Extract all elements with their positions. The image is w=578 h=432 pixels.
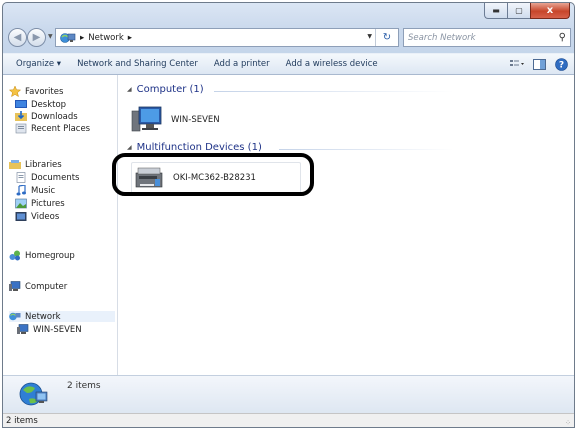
group-divider xyxy=(214,91,454,92)
nav-pictures-label: Pictures xyxy=(31,198,65,209)
nav-desktop-label: Desktop xyxy=(31,99,67,110)
nav-recent-places-label: Recent Places xyxy=(31,123,91,134)
maximize-button[interactable]: ▢ xyxy=(507,3,530,19)
nav-desktop[interactable]: Desktop xyxy=(15,99,66,110)
content-area: Favorites Desktop Downloads Recent Place… xyxy=(3,75,574,375)
status-bar: 2 items ⁘ xyxy=(3,413,574,427)
nav-documents-label: Documents xyxy=(31,172,80,183)
file-list-pane: ◢ Computer (1) WIN-SEVEN ◢ Multifunction… xyxy=(119,75,574,375)
nav-documents[interactable]: Documents xyxy=(15,172,79,183)
breadcrumb-separator-end[interactable]: ▸ xyxy=(128,33,132,43)
search-placeholder: Search Network xyxy=(408,32,476,43)
nav-music-label: Music xyxy=(31,185,56,196)
back-button[interactable]: ◀ xyxy=(8,28,27,47)
nav-homegroup-label: Homegroup xyxy=(25,250,75,261)
group-header-multifunction[interactable]: ◢ Multifunction Devices (1) xyxy=(127,142,262,153)
details-item-count: 2 items xyxy=(67,381,101,391)
network-nav-icon xyxy=(9,311,21,322)
details-pane: 2 items xyxy=(3,375,574,413)
forward-button[interactable]: ▶ xyxy=(27,28,46,47)
add-printer-button[interactable]: Add a printer xyxy=(206,59,278,69)
group-divider xyxy=(279,149,454,150)
change-view-icon[interactable] xyxy=(510,57,524,71)
nav-recent-places[interactable]: Recent Places xyxy=(15,123,90,134)
back-arrow-icon: ◀ xyxy=(13,32,22,43)
address-row: ◀ ▶ ▼ ▸ Network ▸ ▼ ↻ Search Network ⚲ xyxy=(3,25,574,51)
device-oki-printer[interactable]: OKI-MC362-B28231 xyxy=(135,165,256,191)
nav-homegroup[interactable]: Homegroup xyxy=(9,250,75,261)
nav-favorites-label: Favorites xyxy=(25,86,64,97)
nav-favorites[interactable]: Favorites xyxy=(8,85,64,98)
nav-downloads[interactable]: Downloads xyxy=(15,111,78,122)
pictures-icon xyxy=(15,198,27,209)
window-caption-buttons: ▬ ▢ x xyxy=(484,3,570,20)
network-icon xyxy=(60,32,76,44)
nav-libraries[interactable]: Libraries xyxy=(9,159,62,170)
address-bar[interactable]: ▸ Network ▸ ▼ ↻ xyxy=(55,28,399,47)
desktop-icon xyxy=(15,99,27,110)
organize-button[interactable]: Organize ▾ xyxy=(3,59,69,69)
homegroup-icon xyxy=(9,250,21,261)
forward-arrow-icon: ▶ xyxy=(32,32,41,43)
device-win-seven-label: WIN-SEVEN xyxy=(171,115,220,125)
status-item-count: 2 items xyxy=(6,416,38,426)
svg-text:?: ? xyxy=(558,60,563,70)
breadcrumb-network[interactable]: Network xyxy=(88,33,124,43)
computer-device-icon xyxy=(131,106,163,134)
collapse-triangle-icon[interactable]: ◢ xyxy=(127,86,132,93)
videos-icon xyxy=(15,211,27,222)
nav-downloads-label: Downloads xyxy=(31,111,78,122)
recent-places-icon xyxy=(15,123,27,134)
minimize-button[interactable]: ▬ xyxy=(484,3,507,19)
group-header-computer[interactable]: ◢ Computer (1) xyxy=(127,84,204,95)
music-icon xyxy=(15,184,27,196)
documents-icon xyxy=(15,172,27,183)
breadcrumb-separator[interactable]: ▸ xyxy=(80,33,84,43)
nav-videos-label: Videos xyxy=(31,211,60,222)
network-sharing-center-button[interactable]: Network and Sharing Center xyxy=(69,59,206,69)
libraries-icon xyxy=(9,159,21,170)
nav-computer-label: Computer xyxy=(25,281,68,292)
add-wireless-device-button[interactable]: Add a wireless device xyxy=(278,59,386,69)
navigation-pane: Favorites Desktop Downloads Recent Place… xyxy=(3,75,118,375)
group-computer-title: Computer (1) xyxy=(136,84,204,95)
recent-pages-dropdown-icon[interactable]: ▼ xyxy=(48,33,53,40)
nav-videos[interactable]: Videos xyxy=(15,211,59,222)
nav-win-seven[interactable]: WIN-SEVEN xyxy=(17,324,82,335)
nav-music[interactable]: Music xyxy=(15,184,56,196)
device-oki-label: OKI-MC362-B28231 xyxy=(173,173,256,183)
star-icon xyxy=(8,85,22,98)
command-bar: Organize ▾ Network and Sharing Center Ad… xyxy=(3,53,574,75)
search-input[interactable]: Search Network ⚲ xyxy=(403,28,571,47)
nav-win-seven-label: WIN-SEVEN xyxy=(33,324,82,335)
nav-libraries-label: Libraries xyxy=(25,159,62,170)
refresh-icon: ↻ xyxy=(382,32,392,43)
refresh-button[interactable]: ↻ xyxy=(375,29,398,46)
nav-pictures[interactable]: Pictures xyxy=(15,198,65,209)
device-win-seven[interactable]: WIN-SEVEN xyxy=(131,106,220,134)
preview-pane-icon[interactable] xyxy=(532,57,546,71)
help-icon[interactable]: ? xyxy=(554,57,568,71)
nav-network[interactable]: Network xyxy=(9,311,115,322)
address-dropdown-icon[interactable]: ▼ xyxy=(367,33,372,40)
collapse-triangle-icon[interactable]: ◢ xyxy=(127,144,132,151)
nav-computer[interactable]: Computer xyxy=(9,281,67,292)
resize-grip-icon[interactable]: ⁘ xyxy=(565,416,571,427)
network-globe-icon xyxy=(19,379,49,409)
downloads-folder-icon xyxy=(15,111,27,122)
search-icon[interactable]: ⚲ xyxy=(559,32,566,43)
explorer-window: ▬ ▢ x ◀ ▶ ▼ ▸ Network ▸ ▼ ↻ Search Netwo… xyxy=(2,2,575,428)
printer-icon xyxy=(135,165,165,191)
close-button[interactable]: x xyxy=(530,3,570,19)
group-multifunction-title: Multifunction Devices (1) xyxy=(136,142,262,153)
nav-network-label: Network xyxy=(25,311,61,322)
computer-icon xyxy=(9,281,21,292)
computer-small-icon xyxy=(17,324,29,335)
